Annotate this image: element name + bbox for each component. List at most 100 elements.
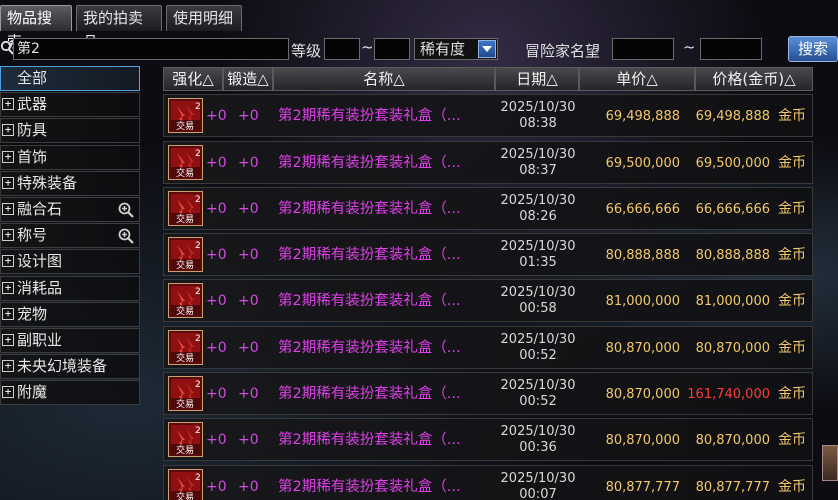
expand-plus-icon[interactable]: + <box>2 176 14 189</box>
sidebar-item[interactable]: + 宠物 <box>0 301 140 327</box>
sidebar-item[interactable]: + 未央幻境装备 <box>0 354 140 380</box>
search-button[interactable]: 搜索 <box>788 36 838 62</box>
column-header-unit-price[interactable]: 单价△ <box>579 67 695 91</box>
table-row[interactable]: 2 交易 +0 +0 第2期稀有装扮套装礼盒（... 2025/10/30 00:07 80,… <box>163 464 813 500</box>
sidebar-item[interactable]: + 副职业 <box>0 327 140 353</box>
column-header-forge[interactable]: 锻造△ <box>223 67 273 91</box>
total-price: 80,888,888 <box>695 248 770 264</box>
column-header-name[interactable]: 名称△ <box>273 67 495 91</box>
item-badge: 2 <box>195 426 201 436</box>
listing-datetime: 2025/10/30 00:36 <box>494 424 582 456</box>
expand-plus-icon[interactable]: + <box>2 360 14 373</box>
unit-price: 80,870,000 <box>605 387 680 403</box>
trade-label: 交易 <box>176 120 194 132</box>
rarity-select[interactable]: 稀有度 <box>414 38 498 60</box>
expand-plus-icon[interactable]: + <box>2 255 14 268</box>
table-row[interactable]: 2 交易 +0 +0 第2期稀有装扮套装礼盒（... 2025/10/30 00:52 80,… <box>163 325 813 370</box>
gold-currency-label: 金币 <box>778 108 806 125</box>
auction-results-table: 强化△ 锻造△ 名称△ 日期△ 单价△ 价格(金币)△ 2 交易 +0 +0 第2期稀有… <box>163 67 813 500</box>
forge-value: +0 <box>238 293 259 310</box>
sidebar-item[interactable]: + 特殊装备 <box>0 170 140 196</box>
search-icon[interactable] <box>0 40 14 56</box>
sidebar-item-label: 武器 <box>17 95 48 114</box>
gold-currency-label: 金币 <box>778 339 806 356</box>
table-row[interactable]: 2 交易 +0 +0 第2期稀有装扮套装礼盒（... 2025/10/30 01:35 80,… <box>163 233 813 277</box>
enhance-value: +0 <box>206 432 227 449</box>
sidebar-item[interactable]: + 称号 <box>0 223 140 249</box>
item-badge: 2 <box>195 473 201 483</box>
sidebar-item-label: 未央幻境装备 <box>17 357 108 376</box>
table-row[interactable]: 2 交易 +0 +0 第2期稀有装扮套装礼盒（... 2025/10/30 08:37 69,… <box>163 140 813 185</box>
grade-min-input[interactable] <box>324 38 360 60</box>
sidebar-item[interactable]: 全部 <box>0 66 140 91</box>
item-badge: 2 <box>195 102 201 112</box>
item-name[interactable]: 第2期稀有装扮套装礼盒（... <box>278 373 461 416</box>
listing-date: 2025/10/30 <box>500 378 576 394</box>
expand-plus-icon[interactable]: + <box>2 281 14 294</box>
table-row[interactable]: 2 交易 +0 +0 第2期稀有装扮套装礼盒（... 2025/10/30 08:26 66,… <box>163 186 813 231</box>
item-name[interactable]: 第2期稀有装扮套装礼盒（... <box>278 280 461 323</box>
enhance-value: +0 <box>206 200 227 217</box>
trade-label: 交易 <box>176 305 194 317</box>
sidebar-item-label: 宠物 <box>17 304 48 323</box>
fame-max-input[interactable] <box>700 38 762 60</box>
sidebar-item[interactable]: + 防具 <box>0 118 140 144</box>
expand-plus-icon[interactable]: + <box>2 307 14 320</box>
item-name[interactable]: 第2期稀有装扮套装礼盒（... <box>278 234 461 277</box>
tab-usage-details[interactable]: 使用明细 <box>166 5 242 31</box>
item-name[interactable]: 第2期稀有装扮套装礼盒（... <box>278 327 461 370</box>
table-row[interactable]: 2 交易 +0 +0 第2期稀有装扮套装礼盒（... 2025/10/30 08:38 69,… <box>163 94 813 138</box>
table-row[interactable]: 2 交易 +0 +0 第2期稀有装扮套装礼盒（... 2025/10/30 00:36 80,… <box>163 418 813 462</box>
trade-label: 交易 <box>176 398 194 410</box>
table-body: 2 交易 +0 +0 第2期稀有装扮套装礼盒（... 2025/10/30 08:38 69,… <box>163 94 813 500</box>
sidebar-item[interactable]: + 首饰 <box>0 144 140 170</box>
table-row[interactable]: 2 交易 +0 +0 第2期稀有装扮套装礼盒（... 2025/10/30 00:58 81,… <box>163 279 813 323</box>
gift-box-icon: 2 交易 <box>168 144 203 180</box>
grade-max-input[interactable] <box>374 38 410 60</box>
column-header-total-price[interactable]: 价格(金币)△ <box>695 67 813 91</box>
tab-my-auctions[interactable]: 我的拍卖品 <box>76 5 162 51</box>
table-row[interactable]: 2 交易 +0 +0 第2期稀有装扮套装礼盒（... 2025/10/30 00:52 80,… <box>163 372 813 416</box>
sidebar-item[interactable]: + 附魔 <box>0 380 140 406</box>
item-name[interactable]: 第2期稀有装扮套装礼盒（... <box>278 419 461 462</box>
enhance-value: +0 <box>206 293 227 310</box>
expand-plus-icon[interactable]: + <box>2 150 14 163</box>
forge-value: +0 <box>238 247 259 264</box>
item-name[interactable]: 第2期稀有装扮套装礼盒（... <box>278 188 461 231</box>
listing-date: 2025/10/30 <box>500 239 576 255</box>
magnifier-plus-icon[interactable] <box>117 201 135 219</box>
search-input[interactable]: 第2 <box>13 38 289 60</box>
item-name[interactable]: 第2期稀有装扮套装礼盒（... <box>278 466 461 500</box>
trade-label: 交易 <box>176 167 194 179</box>
table-header: 强化△ 锻造△ 名称△ 日期△ 单价△ 价格(金币)△ <box>163 67 813 91</box>
range-separator: ~ <box>683 38 696 56</box>
listing-time: 08:37 <box>519 162 557 178</box>
sidebar-item[interactable]: + 武器 <box>0 92 140 118</box>
item-name[interactable]: 第2期稀有装扮套装礼盒（... <box>278 95 461 138</box>
expand-plus-icon[interactable]: + <box>2 229 14 242</box>
magnifier-plus-icon[interactable] <box>117 227 135 245</box>
expand-plus-icon[interactable]: + <box>2 386 14 399</box>
column-header-date[interactable]: 日期△ <box>495 67 579 91</box>
column-header-enhance[interactable]: 强化△ <box>163 67 223 91</box>
category-sidebar: 全部 + 武器 + 防具 + 首饰 + 特殊装备 + 融合石 + 称号 + 设计图 + 消耗品 + 宠物 + 副职业 + 未… <box>0 66 140 500</box>
sidebar-item[interactable]: + 设计图 <box>0 249 140 275</box>
trade-label: 交易 <box>176 491 194 500</box>
expand-plus-icon[interactable]: + <box>2 98 14 111</box>
listing-time: 01:35 <box>519 255 557 271</box>
listing-datetime: 2025/10/30 08:26 <box>494 193 582 225</box>
listing-time: 00:36 <box>519 440 557 456</box>
sidebar-item-label: 特殊装备 <box>17 173 78 192</box>
expand-plus-icon[interactable]: + <box>2 124 14 137</box>
gift-box-icon: 2 交易 <box>168 190 203 226</box>
fame-min-input[interactable] <box>612 38 674 60</box>
listing-datetime: 2025/10/30 01:35 <box>494 239 582 271</box>
expand-plus-icon[interactable]: + <box>2 202 14 215</box>
gift-box-icon: 2 交易 <box>168 329 203 365</box>
item-name[interactable]: 第2期稀有装扮套装礼盒（... <box>278 142 461 185</box>
chevron-down-icon[interactable] <box>478 40 496 58</box>
sidebar-item[interactable]: + 融合石 <box>0 196 140 222</box>
sidebar-item[interactable]: + 消耗品 <box>0 275 140 301</box>
expand-plus-icon[interactable]: + <box>2 333 14 346</box>
tab-item-search[interactable]: 物品搜索 <box>0 5 72 51</box>
